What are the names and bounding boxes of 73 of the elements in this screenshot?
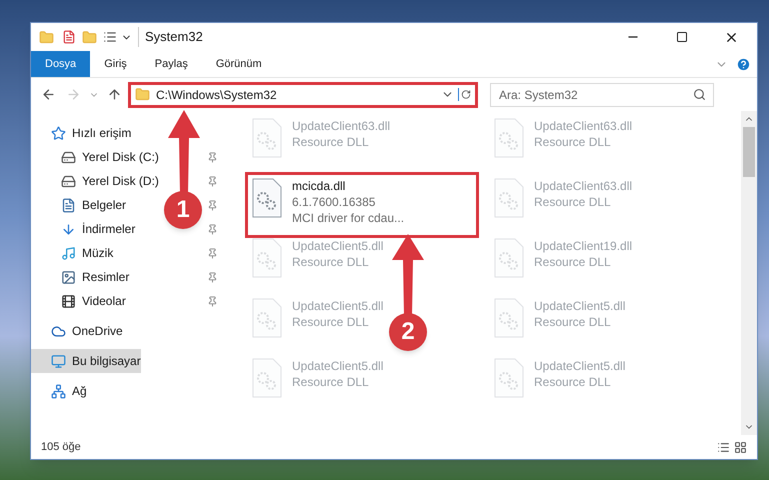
file-name: UpdateClient63.dll <box>292 118 390 134</box>
ribbon-tab[interactable]: Giriş <box>90 51 141 77</box>
sidebar-item[interactable]: Videolar <box>31 289 126 313</box>
music-note-icon <box>61 246 76 260</box>
film-icon <box>61 294 76 308</box>
picture-icon <box>61 270 76 284</box>
sidebar-item[interactable]: Müzik <box>31 241 114 265</box>
star-icon <box>51 126 66 140</box>
folder-icon <box>135 87 150 102</box>
file-name: UpdateClient63.dll <box>534 178 632 194</box>
ribbon-tab[interactable]: Görünüm <box>202 51 276 77</box>
properties-icon[interactable] <box>62 30 76 44</box>
file-detail: Resource DLL <box>292 314 370 330</box>
dll-file-icon <box>494 298 524 338</box>
file-detail: Resource DLL <box>534 194 612 210</box>
details-view-icon[interactable] <box>717 440 730 454</box>
ribbon-tab[interactable]: Paylaş <box>140 51 202 77</box>
sidebar-item[interactable]: Resimler <box>31 265 130 289</box>
sidebar-item[interactable]: Ağ <box>31 379 87 403</box>
scrollbar-thumb[interactable] <box>743 127 755 177</box>
file-name: UpdateClient19.dll <box>534 238 632 254</box>
dll-file-icon <box>252 178 282 218</box>
help-icon[interactable] <box>736 56 751 72</box>
window-title: System32 <box>138 27 203 47</box>
dll-file-icon <box>494 238 524 278</box>
sidebar-item[interactable]: İndirmeler <box>31 217 136 241</box>
tiles-view-icon[interactable] <box>734 440 747 454</box>
monitor-icon <box>51 354 66 368</box>
sidebar-item[interactable]: Belgeler <box>31 193 126 217</box>
download-arrow-icon <box>61 222 76 236</box>
item-count: 105 öğe <box>41 440 82 455</box>
dll-file-icon <box>494 178 524 218</box>
dll-file-icon <box>252 358 282 398</box>
file-detail: Resource DLL <box>292 254 370 270</box>
file-detail: Resource DLL <box>534 134 612 150</box>
file-name: mcicda.dll <box>292 178 346 194</box>
drive-icon <box>61 174 76 188</box>
file-detail: Resource DLL <box>534 254 612 270</box>
sidebar-item[interactable]: Yerel Disk (C:) <box>31 145 159 169</box>
sidebar-item[interactable]: Yerel Disk (D:) <box>31 169 159 193</box>
ribbon-tab[interactable]: Dosya <box>31 51 90 77</box>
dll-file-icon <box>252 238 282 278</box>
dll-file-icon <box>252 118 282 158</box>
file-name: UpdateClient5.dll <box>292 298 384 314</box>
file-detail: MCI driver for cdau... <box>292 210 404 226</box>
search-field[interactable]: Ara: System32 <box>490 82 714 106</box>
file-detail: 6.1.7600.16385 <box>292 194 376 210</box>
dll-file-icon <box>252 298 282 338</box>
file-name: UpdateClient5.dll <box>292 238 384 254</box>
sidebar-item[interactable]: OneDrive <box>31 319 123 343</box>
maximize-icon[interactable] <box>676 31 688 43</box>
address-bar[interactable]: C:\Windows\System32 <box>128 82 478 108</box>
dll-file-icon <box>494 118 524 158</box>
scrollbar[interactable] <box>741 111 757 435</box>
search-icon <box>693 88 706 100</box>
file-detail: Resource DLL <box>534 374 612 390</box>
drive-icon <box>61 150 76 164</box>
file-item[interactable]: mcicda.dll 6.1.7600.16385 MCI driver for cdau... <box>248 175 476 235</box>
cloud-icon <box>51 324 66 338</box>
view-list-icon[interactable] <box>103 30 117 44</box>
file-detail: Resource DLL <box>292 374 370 390</box>
document-icon <box>61 198 76 212</box>
refresh-icon[interactable] <box>458 88 471 101</box>
sidebar-item[interactable]: Bu bilgisayar <box>31 349 141 373</box>
file-name: UpdateClient5.dll <box>292 358 384 374</box>
network-icon <box>51 384 66 398</box>
dll-file-icon <box>494 358 524 398</box>
file-detail: Resource DLL <box>534 314 612 330</box>
file-detail: Resource DLL <box>292 134 370 150</box>
file-name: UpdateClient5.dll <box>534 298 626 314</box>
file-name: UpdateClient5.dll <box>534 358 626 374</box>
sidebar-item[interactable]: Hızlı erişim <box>31 121 132 145</box>
file-name: UpdateClient63.dll <box>534 118 632 134</box>
